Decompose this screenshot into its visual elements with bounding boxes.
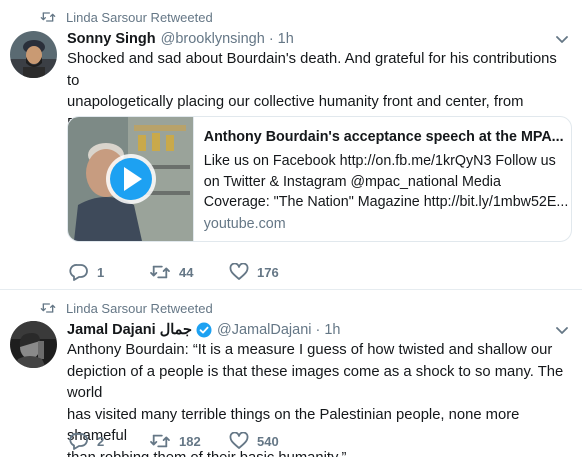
avatar-image (10, 31, 57, 78)
reply-icon (69, 433, 88, 450)
retweet-icon (150, 265, 170, 279)
like-count: 540 (257, 433, 279, 449)
retweet-count: 182 (179, 433, 201, 449)
user-handle[interactable]: @JamalDajani (217, 322, 312, 338)
retweet-count: 44 (179, 264, 194, 280)
retweet-context: Linda Sarsour Retweeted (40, 300, 213, 316)
reply-count: 2 (97, 433, 105, 449)
retweet-icon (150, 434, 170, 448)
avatar[interactable] (10, 31, 57, 78)
verified-badge-icon (196, 322, 212, 338)
card-domain: youtube.com (203, 216, 286, 232)
like-button[interactable]: 540 (229, 432, 309, 450)
tweet-header: Sonny Singh @brooklynsingh · 1h (67, 31, 294, 47)
heart-icon (229, 432, 249, 449)
display-name[interactable]: Sonny Singh (67, 31, 156, 47)
chevron-down-icon[interactable] (556, 36, 568, 44)
retweeted-by-label: Linda Sarsour Retweeted (66, 9, 213, 25)
heart-icon (229, 263, 249, 280)
like-count: 176 (257, 264, 279, 280)
retweet-button[interactable]: 182 (149, 432, 229, 450)
card-info: Anthony Bourdain's acceptance speech at … (194, 117, 571, 241)
user-handle[interactable]: @brooklynsingh (161, 31, 265, 47)
display-name[interactable]: Jamal Dajani جمال (67, 322, 192, 338)
avatar-image (10, 321, 57, 368)
video-thumbnail[interactable] (68, 117, 194, 241)
like-button[interactable]: 176 (229, 263, 309, 281)
card-description: Like us on Facebook http://on.fb.me/1krQ… (203, 153, 569, 210)
avatar[interactable] (10, 321, 57, 368)
retweeted-by-label: Linda Sarsour Retweeted (66, 300, 213, 316)
chevron-down-icon[interactable] (556, 327, 568, 335)
tweet[interactable]: Linda Sarsour Retweeted Jamal Dajani جما… (0, 290, 582, 457)
retweet-context: Linda Sarsour Retweeted (40, 9, 213, 25)
retweet-button[interactable]: 44 (149, 263, 229, 281)
retweet-icon (40, 12, 56, 22)
tweet[interactable]: Linda Sarsour Retweeted Sonny Singh @bro… (0, 0, 582, 290)
timestamp[interactable]: 1h (324, 322, 340, 338)
timestamp[interactable]: 1h (278, 31, 294, 47)
tweet-actions: 2 182 540 (69, 431, 309, 451)
card-title: Anthony Bourdain's acceptance speech at … (203, 129, 564, 145)
tweet-actions: 1 44 176 (69, 262, 309, 282)
reply-button[interactable]: 1 (69, 263, 149, 281)
reply-count: 1 (97, 264, 105, 280)
reply-icon (69, 264, 88, 281)
reply-button[interactable]: 2 (69, 432, 149, 450)
tweet-header: Jamal Dajani جمال @JamalDajani · 1h (67, 322, 341, 338)
retweet-icon (40, 303, 56, 313)
link-card[interactable]: Anthony Bourdain's acceptance speech at … (67, 116, 572, 242)
